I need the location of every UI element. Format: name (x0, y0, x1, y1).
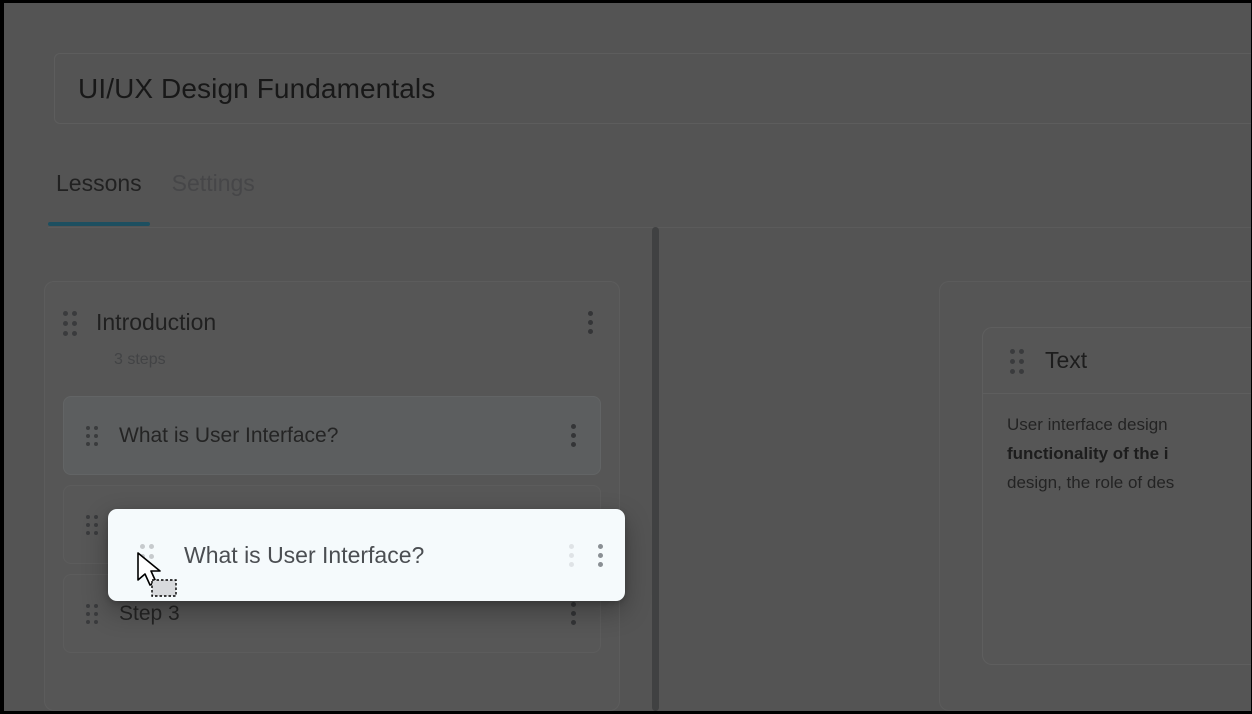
kebab-menu-icon[interactable] (571, 602, 576, 625)
tab-bar-rule (48, 227, 1251, 228)
app-window: UI/UX Design Fundamentals Lessons Settin… (4, 3, 1251, 711)
drag-handle-icon[interactable] (140, 543, 155, 569)
drag-handle-icon[interactable] (86, 426, 99, 446)
lesson-section-title: Introduction (96, 308, 217, 335)
text-block-body[interactable]: User interface design functionality of t… (983, 394, 1251, 498)
text-block-line-bold: functionality of the i (1007, 444, 1169, 464)
text-block-type-label: Text (1045, 347, 1088, 373)
kebab-menu-icon[interactable] (571, 424, 576, 447)
drag-handle-icon[interactable] (86, 604, 99, 624)
drag-preview-card[interactable]: What is User Interface? (108, 509, 625, 601)
text-block-card[interactable]: Text User interface design functionality… (982, 327, 1251, 665)
tab-settings[interactable]: Settings (164, 155, 263, 211)
lesson-step-count: 3 steps (114, 351, 166, 368)
course-title-value: UI/UX Design Fundamentals (78, 72, 436, 104)
tab-settings-label: Settings (171, 169, 255, 196)
step-row[interactable]: What is User Interface? (63, 396, 601, 475)
course-title-input[interactable]: UI/UX Design Fundamentals (54, 53, 1251, 124)
tab-bar: Lessons Settings (48, 155, 1251, 227)
kebab-menu-icon[interactable] (588, 310, 593, 334)
drag-handle-icon[interactable] (63, 310, 78, 336)
kebab-menu-icon[interactable] (598, 543, 603, 567)
step-label: Step 3 (119, 601, 180, 625)
pane-resize-divider[interactable] (652, 227, 659, 711)
tab-lessons-label: Lessons (56, 169, 142, 196)
step-label: What is User Interface? (119, 423, 339, 447)
drag-handle-icon[interactable] (1010, 349, 1025, 374)
lesson-section-header: Introduction (63, 302, 601, 342)
drag-preview-label: What is User Interface? (184, 541, 425, 568)
text-block-header: Text (983, 328, 1251, 394)
kebab-menu-icon (569, 543, 574, 567)
tab-lessons[interactable]: Lessons (48, 155, 150, 226)
text-block-line: design, the role of des (1007, 473, 1175, 493)
drag-handle-icon[interactable] (86, 515, 99, 535)
text-block-line: User interface design (1007, 415, 1168, 434)
lesson-editor-pane: Text User interface design functionality… (660, 235, 1251, 711)
lessons-list-pane: Introduction 3 steps What is User Interf… (4, 235, 652, 711)
lesson-section-card[interactable]: Introduction 3 steps What is User Interf… (44, 281, 620, 711)
